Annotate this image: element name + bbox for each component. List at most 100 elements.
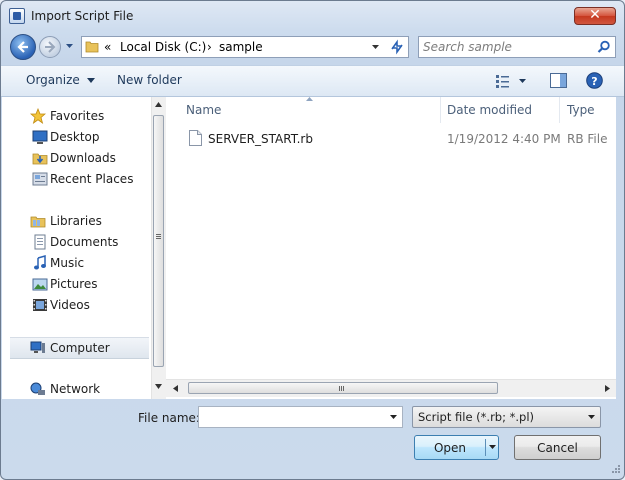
title-bar[interactable]: Import Script File ✕ xyxy=(1,1,624,31)
command-toolbar: Organize New folder ? xyxy=(1,65,624,97)
preview-pane-icon[interactable] xyxy=(550,73,567,88)
column-header-label: Date modified xyxy=(447,103,533,117)
downloads-icon xyxy=(32,153,48,165)
column-header-date-modified[interactable]: Date modified xyxy=(439,97,560,123)
file-icon xyxy=(189,130,202,146)
sidebar-item-label: Computer xyxy=(50,341,110,355)
sidebar-item-label: Music xyxy=(50,256,85,270)
sidebar-item-recent-places[interactable]: Recent Places xyxy=(2,169,151,189)
sidebar-item-label: Downloads xyxy=(50,151,116,165)
file-list: Name Date modified Type SERVER_START.rb … xyxy=(166,97,616,399)
search-box[interactable] xyxy=(418,36,616,58)
sidebar-item-network[interactable]: Network xyxy=(2,379,151,399)
sidebar-item-label: Recent Places xyxy=(50,172,134,186)
chevron-down-icon xyxy=(86,78,95,83)
file-name-input[interactable] xyxy=(202,409,382,425)
scroll-right-icon[interactable] xyxy=(605,385,610,392)
breadcrumb-local-disk[interactable]: Local Disk (C:) xyxy=(120,40,206,54)
scroll-down-icon[interactable] xyxy=(155,384,162,389)
import-script-dialog: Import Script File ✕ « Local Disk (C:) ›… xyxy=(0,0,625,480)
cancel-button-label: Cancel xyxy=(537,441,578,455)
libraries-icon xyxy=(30,216,46,228)
sidebar-item-label: Favorites xyxy=(50,109,105,123)
column-header-type[interactable]: Type xyxy=(559,97,616,123)
desktop-icon xyxy=(32,130,48,144)
navigation-pane: Favorites Desktop Downloads Recent Place… xyxy=(2,97,151,399)
file-date: 1/19/2012 4:40 PM xyxy=(447,132,561,146)
pictures-icon xyxy=(32,278,48,291)
sidebar-item-computer[interactable]: Computer xyxy=(10,337,149,359)
sidebar-item-music[interactable]: Music xyxy=(2,253,151,273)
split-divider xyxy=(485,439,486,456)
file-name-label: File name: xyxy=(138,411,200,425)
forward-button[interactable] xyxy=(39,36,61,58)
close-icon: ✕ xyxy=(589,7,601,23)
recent-places-icon xyxy=(32,172,48,186)
star-icon xyxy=(30,108,46,124)
open-button[interactable]: Open xyxy=(414,435,499,460)
view-options-icon[interactable] xyxy=(496,74,526,88)
recent-pages-dropdown-icon[interactable] xyxy=(65,43,74,49)
sidebar-item-label: Desktop xyxy=(50,130,100,144)
scroll-up-icon[interactable] xyxy=(155,102,162,107)
open-button-label: Open xyxy=(433,441,467,455)
search-icon[interactable] xyxy=(597,40,611,54)
navigation-pane-scrollbar[interactable] xyxy=(151,97,166,399)
app-icon xyxy=(9,8,25,24)
chevron-down-icon[interactable] xyxy=(390,415,397,419)
file-name-combo[interactable] xyxy=(198,406,403,428)
documents-icon xyxy=(34,234,46,250)
organize-label: Organize xyxy=(26,73,80,87)
network-icon xyxy=(30,382,45,395)
file-list-horizontal-scrollbar[interactable] xyxy=(166,379,616,397)
sidebar-item-label: Pictures xyxy=(50,277,98,291)
breadcrumb-overflow[interactable]: « xyxy=(104,40,111,54)
scrollbar-thumb[interactable] xyxy=(188,382,498,394)
breadcrumb-sample[interactable]: sample xyxy=(219,40,263,54)
sidebar-item-label: Videos xyxy=(50,298,90,312)
sidebar-item-downloads[interactable]: Downloads xyxy=(2,148,151,168)
search-input[interactable] xyxy=(423,39,593,55)
window-title: Import Script File xyxy=(31,9,134,23)
folder-icon xyxy=(85,41,99,53)
chevron-down-icon xyxy=(588,415,595,419)
file-name: SERVER_START.rb xyxy=(208,132,313,146)
sidebar-item-label: Documents xyxy=(50,235,119,249)
sidebar-item-pictures[interactable]: Pictures xyxy=(2,274,151,294)
sidebar-item-documents[interactable]: Documents xyxy=(2,232,151,252)
scroll-left-icon[interactable] xyxy=(173,385,178,392)
music-note-icon xyxy=(34,255,46,270)
sidebar-item-libraries[interactable]: Libraries xyxy=(2,211,151,231)
cancel-button[interactable]: Cancel xyxy=(514,435,601,460)
resize-grip-icon[interactable] xyxy=(610,465,621,476)
new-folder-button[interactable]: New folder xyxy=(117,73,182,87)
file-type-filter[interactable]: Script file (*.rb; *.pl) xyxy=(412,406,601,428)
refresh-icon[interactable] xyxy=(385,37,409,57)
back-button[interactable] xyxy=(10,34,36,60)
organize-button[interactable]: Organize xyxy=(26,73,95,87)
help-icon[interactable]: ? xyxy=(586,72,603,89)
computer-icon xyxy=(30,341,45,353)
column-header-label: Type xyxy=(567,103,595,117)
column-header-name[interactable]: Name xyxy=(178,97,441,123)
address-bar[interactable]: « Local Disk (C:) › sample xyxy=(81,36,409,58)
grip-icon xyxy=(339,386,344,391)
sidebar-item-favorites[interactable]: Favorites xyxy=(2,106,151,126)
close-button[interactable]: ✕ xyxy=(574,7,616,25)
table-row[interactable]: SERVER_START.rb 1/19/2012 4:40 PM RB Fil… xyxy=(180,127,616,149)
grip-icon xyxy=(156,234,161,239)
column-header-label: Name xyxy=(186,103,222,117)
file-type: RB File xyxy=(567,132,608,146)
sidebar-item-videos[interactable]: Videos xyxy=(2,295,151,315)
arrow-right-icon xyxy=(45,41,56,53)
file-type-filter-value: Script file (*.rb; *.pl) xyxy=(418,410,535,424)
svg-text:?: ? xyxy=(591,75,597,88)
arrow-left-icon xyxy=(17,41,28,53)
sidebar-item-label: Network xyxy=(50,382,101,396)
scrollbar-thumb[interactable] xyxy=(153,115,164,367)
sidebar-item-desktop[interactable]: Desktop xyxy=(2,127,151,147)
address-dropdown-icon[interactable] xyxy=(371,44,380,50)
open-options-dropdown-icon[interactable] xyxy=(489,445,496,449)
sidebar-item-label: Libraries xyxy=(50,214,102,228)
breadcrumb-separator[interactable]: › xyxy=(207,40,212,54)
